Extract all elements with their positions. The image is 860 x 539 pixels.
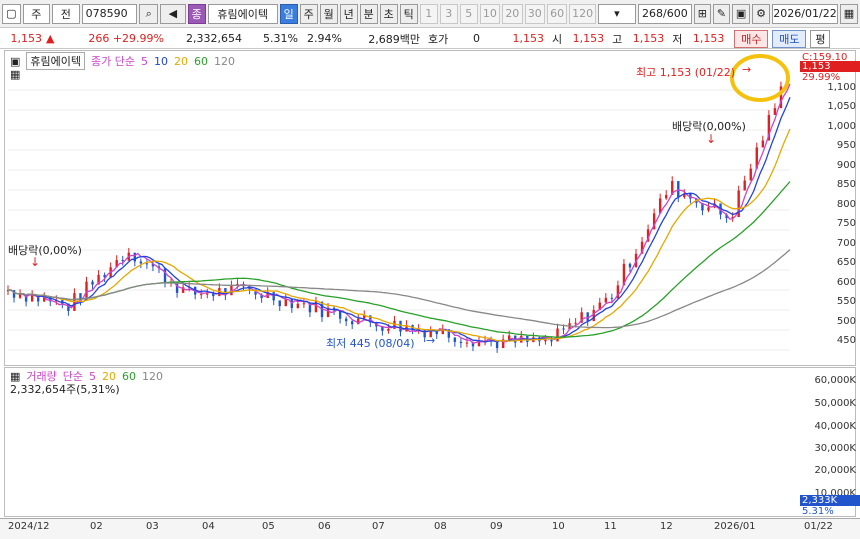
volume-tick: 30,000K <box>814 443 856 454</box>
price-candle <box>18 294 22 298</box>
price-candle <box>773 108 777 116</box>
current-volume-badge: 2,333K <box>800 495 860 506</box>
price-tick: 900 <box>836 160 856 171</box>
date-label: 02 <box>90 521 103 532</box>
price-tick: 800 <box>836 199 856 210</box>
date-label: 04 <box>202 521 215 532</box>
price-candle <box>212 293 215 297</box>
price-candle <box>677 181 680 198</box>
price-candle <box>610 297 614 299</box>
price-tick: 1,100 <box>827 82 856 93</box>
price-candle <box>628 263 632 268</box>
price-candle <box>91 281 94 285</box>
price-candle <box>278 300 281 307</box>
highlight-circle <box>730 54 790 102</box>
volume-tick: 20,000K <box>814 465 856 476</box>
price-candle <box>465 342 469 344</box>
price-candle <box>592 310 595 322</box>
price-tick: 850 <box>836 179 856 190</box>
price-candle <box>121 260 124 262</box>
volume-tick: 40,000K <box>814 421 856 432</box>
price-tick: 750 <box>836 218 856 229</box>
volume-tick: 60,000K <box>814 375 856 386</box>
ma20-line <box>7 128 791 342</box>
date-label: 11 <box>604 521 617 532</box>
price-candle <box>556 328 559 342</box>
price-candle <box>562 328 565 330</box>
price-axis: 1,100 1,050 1,000 950 900 850 800 750 70… <box>794 52 860 366</box>
date-axis: 2024/12 02 03 04 05 06 07 08 09 10 11 12… <box>0 518 860 539</box>
price-candle <box>743 180 746 191</box>
date-label: 10 <box>552 521 565 532</box>
price-candle <box>387 328 390 331</box>
price-candle <box>586 312 589 322</box>
price-candle <box>453 337 457 342</box>
low-note: 최저 445 (08/04) <box>326 337 415 350</box>
price-candle <box>508 335 511 340</box>
price-candle <box>544 339 547 342</box>
price-tick: 600 <box>836 277 856 288</box>
price-candle <box>344 318 348 322</box>
price-candle <box>574 322 577 324</box>
price-candle <box>707 207 710 211</box>
current-volume-pct: 5.31% <box>802 506 834 517</box>
vol-ma120-label: 120 <box>142 369 164 383</box>
price-candle <box>296 303 300 309</box>
date-label: 01/22 <box>804 521 833 532</box>
price-candle <box>302 303 306 305</box>
date-label: 03 <box>146 521 159 532</box>
ma10-line <box>7 97 791 343</box>
current-price-badge: 1,153 <box>800 61 860 72</box>
price-candle <box>133 252 137 262</box>
price-candle <box>351 321 354 325</box>
date-label: 2024/12 <box>8 521 50 532</box>
price-candle <box>749 168 752 181</box>
date-label: 09 <box>490 521 503 532</box>
date-label: 06 <box>318 521 331 532</box>
date-label: 08 <box>434 521 447 532</box>
price-candle <box>139 261 143 264</box>
price-candle <box>200 294 203 296</box>
vol-ma60-label: 60 <box>122 369 137 383</box>
high-arrow-icon: → <box>742 63 752 76</box>
price-candle <box>145 263 149 265</box>
date-label: 12 <box>660 521 673 532</box>
price-tick: 1,050 <box>827 101 856 112</box>
price-tick: 450 <box>836 335 856 346</box>
price-candle <box>399 320 402 332</box>
volume-tick: 50,000K <box>814 398 856 409</box>
price-candle <box>550 339 553 342</box>
price-candle <box>206 293 209 295</box>
volume-value: 2,332,654주(5,31%) <box>10 383 120 396</box>
low-arrow-icon: → <box>426 334 436 347</box>
price-candle <box>604 297 608 303</box>
price-candle <box>495 341 499 349</box>
volume-chart-panel[interactable] <box>4 367 856 517</box>
dividend-down-arrow-icon: ↓ <box>706 132 717 146</box>
date-label: 05 <box>262 521 275 532</box>
price-tick: 700 <box>836 238 856 249</box>
current-pct-badge: 29.99% <box>802 72 841 83</box>
dividend-left: 배당락(0,00%) <box>8 244 82 257</box>
date-label: 07 <box>372 521 385 532</box>
volume-axis: 60,000K 50,000K 40,000K 30,000K 20,000K … <box>794 368 860 516</box>
price-candle <box>761 140 765 148</box>
price-candle <box>163 268 167 283</box>
price-tick: 500 <box>836 316 856 327</box>
price-candle <box>30 294 34 302</box>
date-label: 2026/01 <box>714 521 756 532</box>
price-candle <box>665 194 668 199</box>
price-candle <box>459 341 463 344</box>
price-tick: 950 <box>836 140 856 151</box>
price-tick: 1,000 <box>827 121 856 132</box>
price-tick: 650 <box>836 257 856 268</box>
price-tick: 550 <box>836 296 856 307</box>
high-note: 최고 1,153 (01/22) <box>636 66 736 79</box>
dividend-left-arrow-icon: ↓ <box>30 255 41 269</box>
